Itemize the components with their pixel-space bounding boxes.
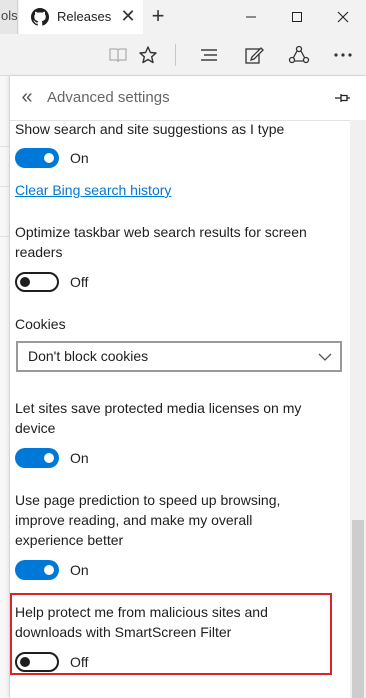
pane-header: « Advanced settings [10, 76, 366, 120]
back-icon[interactable]: « [14, 86, 40, 110]
smartscreen-label-line1: Help protect me from malicious sites and [15, 604, 268, 620]
media-licenses-label-line1: Let sites save protected media licenses … [15, 400, 302, 416]
github-icon [31, 8, 49, 26]
more-icon[interactable] [327, 40, 359, 70]
media-licenses-toggle-state: On [70, 450, 89, 466]
media-licenses-label-line2: device [15, 420, 56, 436]
tab-title: Releases [57, 9, 112, 24]
clear-bing-history-link[interactable]: Clear Bing search history [15, 180, 171, 200]
maximize-icon[interactable] [274, 0, 320, 34]
favorites-star-icon[interactable] [132, 40, 164, 70]
close-icon[interactable] [320, 0, 366, 34]
smartscreen-toggle-state: Off [70, 654, 89, 670]
taskbar-toggle[interactable] [15, 272, 59, 292]
tab-partial-label: ols [1, 8, 18, 23]
taskbar-label-line1: Optimize taskbar web search results for … [15, 224, 307, 240]
tab-partial[interactable]: ols [0, 0, 18, 34]
title-bar: ols Releases ✕ + [0, 0, 366, 34]
share-icon[interactable] [283, 40, 315, 70]
suggestions-toggle[interactable] [15, 148, 59, 168]
page-prediction-label-line3: experience better [15, 532, 124, 548]
suggestions-label: Show search and site suggestions as I ty… [15, 121, 285, 137]
chevron-down-icon [318, 353, 332, 361]
smartscreen-label-line2: downloads with SmartScreen Filter [15, 624, 232, 640]
cookies-label: Cookies [15, 316, 66, 332]
cookies-select-value: Don't block cookies [28, 348, 149, 364]
minimize-icon[interactable] [228, 0, 274, 34]
new-tab-button[interactable]: + [146, 5, 170, 29]
page-prediction-toggle[interactable] [15, 560, 59, 580]
tab-close-icon[interactable]: ✕ [119, 6, 137, 26]
tab-releases[interactable]: Releases ✕ [19, 0, 143, 34]
page-prediction-toggle-state: On [70, 562, 89, 578]
taskbar-toggle-state: Off [70, 274, 89, 290]
web-note-icon[interactable] [238, 40, 270, 70]
toolbar-separator [175, 44, 176, 66]
browser-toolbar [0, 34, 366, 76]
pane-title: Advanced settings [47, 89, 170, 106]
hub-icon[interactable] [193, 40, 225, 70]
page-background [0, 76, 10, 698]
page-prediction-label-line2: improve reading, and make my overall [15, 512, 253, 528]
suggestions-toggle-state: On [70, 150, 89, 166]
scrollbar-thumb[interactable] [352, 520, 364, 698]
taskbar-label-line2: readers [15, 244, 63, 260]
pin-icon[interactable] [332, 88, 352, 108]
smartscreen-toggle[interactable] [15, 652, 59, 672]
advanced-settings-pane: « Advanced settings Show search and site… [10, 76, 366, 698]
media-licenses-toggle[interactable] [15, 448, 59, 468]
cookies-select[interactable]: Don't block cookies [16, 341, 342, 372]
reading-view-icon[interactable] [102, 40, 134, 70]
page-prediction-label-line1: Use page prediction to speed up browsing… [15, 492, 281, 508]
